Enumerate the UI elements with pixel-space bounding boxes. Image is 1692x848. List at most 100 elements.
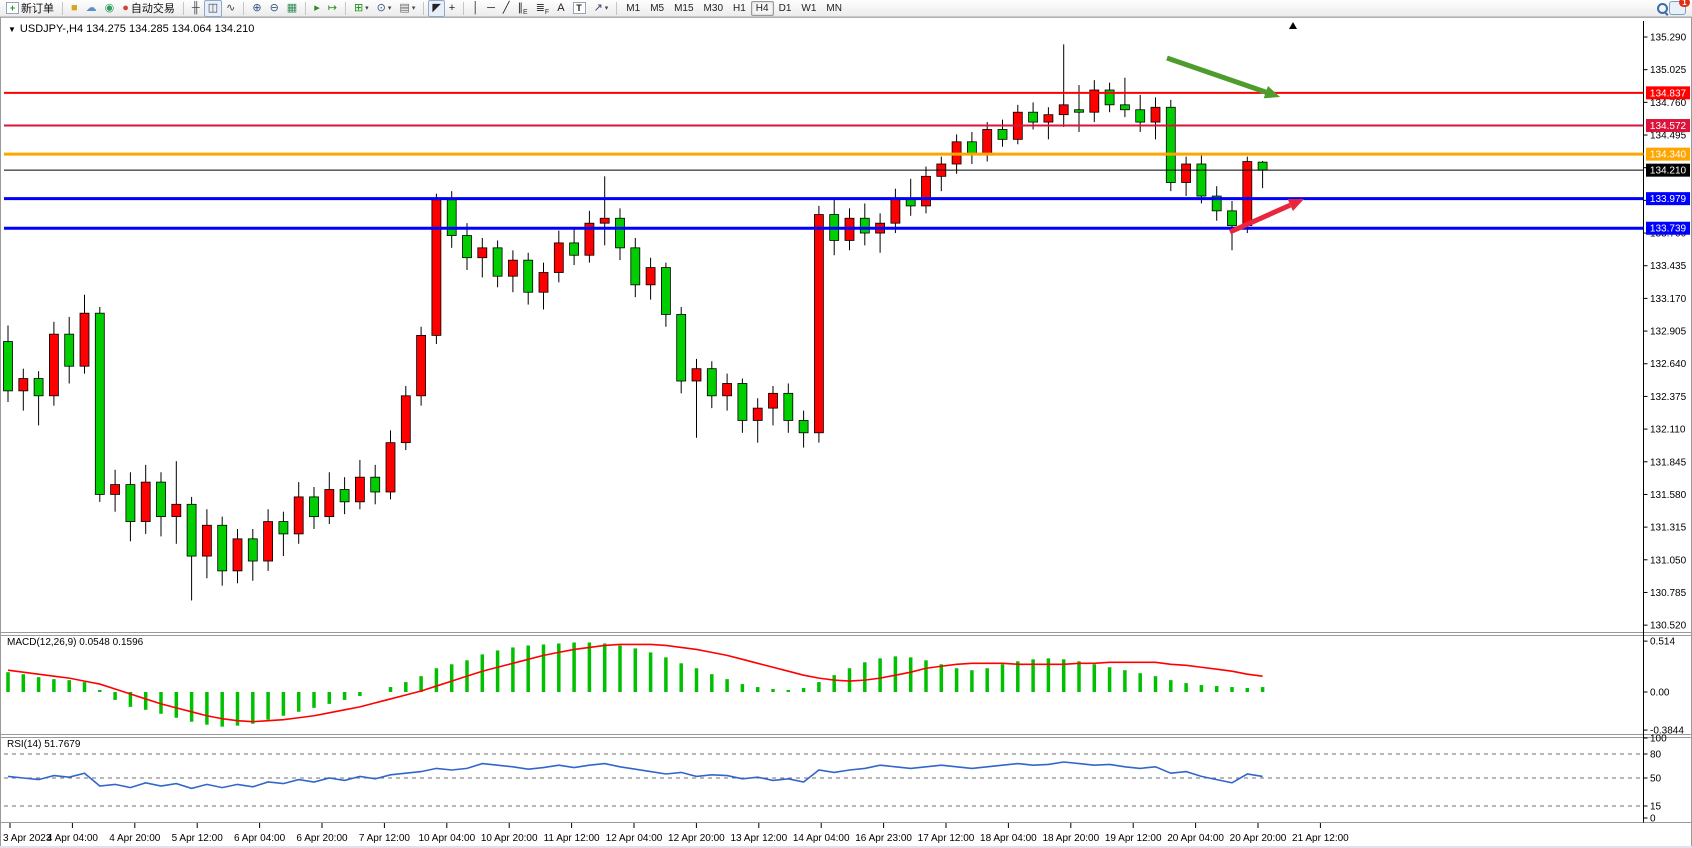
macd-name: MACD(12,26,9) bbox=[7, 637, 76, 648]
chevron-down-icon[interactable]: ▾ bbox=[365, 4, 369, 12]
chevron-down-icon[interactable]: ▾ bbox=[412, 4, 416, 12]
template-button[interactable]: ▤▾ bbox=[395, 0, 419, 17]
crosshair-button[interactable]: + bbox=[445, 0, 459, 17]
rsi-indicator-label: RSI(14) 51.7679 bbox=[7, 739, 80, 750]
add-indicator-button[interactable]: ⊞▾ bbox=[350, 0, 373, 17]
signals-button[interactable]: ◉ bbox=[101, 0, 119, 17]
candlesticks bbox=[4, 44, 1268, 600]
equidistant-channel-button[interactable]: ∥E bbox=[514, 0, 532, 17]
crosshair-icon: + bbox=[449, 2, 455, 15]
timeframe-m1[interactable]: M1 bbox=[621, 1, 645, 16]
price-tick-label: 130.520 bbox=[1650, 621, 1687, 632]
notifications-icon[interactable]: 1 bbox=[1669, 1, 1686, 15]
auto-scroll-button[interactable]: ▸ bbox=[310, 0, 324, 17]
toolbar-separator bbox=[183, 2, 184, 15]
time-tick-label: 4 Apr 04:00 bbox=[47, 833, 99, 844]
rsi-tick-label: 50 bbox=[1650, 774, 1662, 785]
time-tick-label: 20 Apr 04:00 bbox=[1167, 833, 1224, 844]
cursor-button[interactable]: ◤ bbox=[428, 0, 444, 17]
price-badge-label: 133.739 bbox=[1650, 224, 1687, 235]
timeframe-h4[interactable]: H4 bbox=[751, 1, 774, 16]
chart-shift-button[interactable]: ↦ bbox=[324, 0, 341, 17]
rsi-name: RSI(14) bbox=[7, 739, 41, 750]
arrows-button[interactable]: ↗▾ bbox=[590, 0, 613, 17]
profile-button[interactable]: ☁ bbox=[82, 0, 101, 17]
candle-down bbox=[570, 243, 579, 255]
time-tick-label: 14 Apr 04:00 bbox=[793, 833, 850, 844]
price-badge-label: 134.837 bbox=[1650, 88, 1687, 99]
chart-shift-marker[interactable] bbox=[1289, 22, 1297, 29]
candle-down bbox=[310, 497, 319, 517]
candle-up bbox=[539, 273, 548, 293]
zoom-in-button[interactable]: ⊕ bbox=[248, 0, 265, 17]
time-tick-label: 16 Apr 23:00 bbox=[855, 833, 912, 844]
candle-down bbox=[661, 268, 670, 315]
timeframe-h1[interactable]: H1 bbox=[728, 1, 751, 16]
candle-down bbox=[707, 369, 716, 396]
time-tick-label: 3 Apr 2023 bbox=[3, 833, 52, 844]
timeframe-m15[interactable]: M15 bbox=[669, 1, 698, 16]
toolbar-separator bbox=[62, 2, 63, 15]
vertical-line-button[interactable]: │ bbox=[468, 0, 483, 17]
zoom-out-button[interactable]: ⊖ bbox=[266, 0, 283, 17]
candle-down bbox=[447, 200, 456, 236]
rsi-tick-label: 0 bbox=[1650, 814, 1656, 825]
periods-button[interactable]: ⊙▾ bbox=[373, 0, 396, 17]
text-label-button[interactable]: T bbox=[569, 0, 590, 17]
timeframe-d1[interactable]: D1 bbox=[774, 1, 797, 16]
line-chart-button[interactable]: ∿ bbox=[222, 0, 239, 17]
candle-down bbox=[371, 477, 380, 492]
chevron-down-icon[interactable]: ▾ bbox=[605, 4, 609, 12]
time-tick-label: 18 Apr 20:00 bbox=[1042, 833, 1099, 844]
candle-up bbox=[554, 243, 563, 273]
price-badge-label: 134.572 bbox=[1650, 121, 1687, 132]
timeframe-m5[interactable]: M5 bbox=[645, 1, 669, 16]
trendline-button[interactable]: ╱ bbox=[499, 0, 514, 17]
candle-down bbox=[1136, 110, 1145, 122]
time-tick-label: 18 Apr 04:00 bbox=[980, 833, 1037, 844]
price-tick-label: 131.845 bbox=[1650, 457, 1687, 468]
bar-chart-button[interactable]: ╫ bbox=[188, 0, 204, 17]
fibonacci-button-sub-label: F bbox=[545, 9, 549, 16]
timeframe-w1[interactable]: W1 bbox=[796, 1, 821, 16]
symbol-timeframe-label: USDJPY-,H4 bbox=[20, 23, 83, 35]
timeframe-m30[interactable]: M30 bbox=[699, 1, 728, 16]
search-icon[interactable] bbox=[1656, 2, 1669, 15]
candlestick-chart-button[interactable]: ◫ bbox=[204, 0, 222, 17]
toolbar-separator bbox=[305, 2, 306, 15]
auto-trading-button-label: 自动交易 bbox=[131, 0, 175, 16]
candle-up bbox=[600, 218, 609, 223]
price-tick-label: 131.580 bbox=[1650, 490, 1687, 501]
candle-up bbox=[264, 522, 273, 561]
macd-indicator-label: MACD(12,26,9) 0.0548 0.1596 bbox=[7, 637, 143, 648]
chart-window: 135.290135.025134.760134.495134.230133.9… bbox=[0, 17, 1692, 846]
macd-values: 0.0548 0.1596 bbox=[79, 637, 143, 648]
time-tick-label: 5 Apr 12:00 bbox=[172, 833, 224, 844]
candle-up bbox=[769, 393, 778, 408]
price-tick-label: 132.110 bbox=[1650, 425, 1686, 436]
text-button[interactable]: A bbox=[553, 0, 568, 17]
chart-title: ▼USDJPY-,H4 134.275 134.285 134.064 134.… bbox=[8, 23, 254, 35]
symbol-dropdown-icon[interactable]: ▼ bbox=[8, 25, 16, 34]
arrows-icon: ↗ bbox=[594, 2, 603, 15]
market-button[interactable]: ■ bbox=[67, 0, 82, 17]
candle-up bbox=[19, 379, 28, 391]
timeframe-mn[interactable]: MN bbox=[821, 1, 847, 16]
auto-trading-button[interactable]: ●自动交易 bbox=[118, 0, 179, 17]
bar-chart-icon: ╫ bbox=[192, 2, 200, 15]
fibonacci-button[interactable]: ≣F bbox=[532, 0, 554, 17]
candle-down bbox=[1228, 211, 1237, 226]
horizontal-line-button[interactable]: ─ bbox=[483, 0, 499, 17]
time-tick-label: 6 Apr 20:00 bbox=[296, 833, 348, 844]
candle-down bbox=[616, 218, 625, 248]
green-arrow-annotation[interactable] bbox=[1167, 58, 1266, 92]
chart-shift-icon: ↦ bbox=[328, 2, 337, 15]
chevron-down-icon[interactable]: ▾ bbox=[388, 4, 392, 12]
candle-down bbox=[340, 490, 349, 502]
candle-down bbox=[65, 334, 74, 366]
candle-down bbox=[95, 313, 104, 494]
candle-down bbox=[157, 482, 166, 517]
new-order-button[interactable]: +新订单 bbox=[2, 0, 58, 17]
tile-windows-button[interactable]: ▦ bbox=[283, 0, 301, 17]
chart-canvas[interactable]: 135.290135.025134.760134.495134.230133.9… bbox=[0, 17, 1692, 846]
